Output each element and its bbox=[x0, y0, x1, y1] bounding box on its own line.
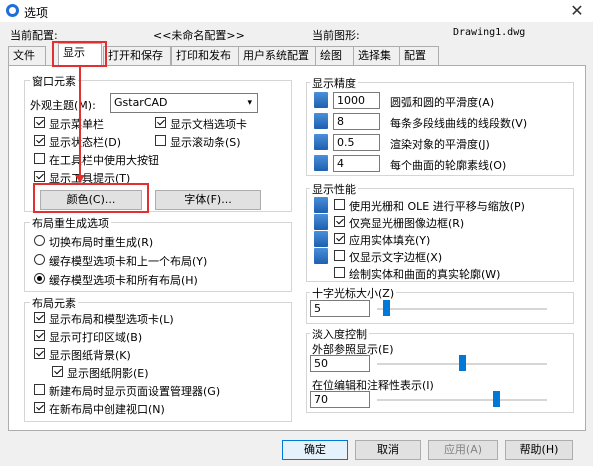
raster-frame-checkbox[interactable] bbox=[334, 216, 345, 227]
layout-elements-title: 布局元素 bbox=[30, 295, 78, 311]
pan-zoom-checkbox[interactable] bbox=[334, 199, 345, 210]
printable-area-label: 显示可打印区域(B) bbox=[49, 331, 143, 344]
current-profile-label: 当前配置: bbox=[10, 29, 58, 42]
solid-fill-checkbox[interactable] bbox=[334, 233, 345, 244]
cache-all-layouts-radio[interactable] bbox=[34, 273, 45, 284]
tab-drafting[interactable]: 绘图 bbox=[315, 46, 355, 65]
crosshair-slider-thumb[interactable] bbox=[382, 300, 390, 316]
doctabs-checkbox[interactable] bbox=[155, 117, 166, 128]
cache-all-layouts-label: 缓存模型选项卡和所有布局(H) bbox=[49, 274, 198, 287]
largebuttons-checkbox[interactable] bbox=[34, 153, 45, 164]
scrollbars-checkbox[interactable] bbox=[155, 135, 166, 146]
create-viewport-checkbox[interactable] bbox=[34, 402, 45, 413]
layout-tabs-checkbox[interactable] bbox=[34, 312, 45, 323]
crosshair-title: 十字光标大小(Z) bbox=[310, 285, 397, 301]
current-drawing-label: 当前图形: bbox=[312, 29, 360, 42]
render-smoothness-label: 渲染对象的平滑度(J) bbox=[390, 138, 490, 151]
paper-background-checkbox[interactable] bbox=[34, 348, 45, 359]
cache-last-layout-radio[interactable] bbox=[34, 254, 45, 265]
menubar-checkbox[interactable] bbox=[34, 117, 45, 128]
contour-lines-icon bbox=[314, 155, 328, 171]
paper-shadow-checkbox[interactable] bbox=[52, 366, 63, 377]
contour-lines-label: 每个曲面的轮廓素线(O) bbox=[390, 159, 507, 172]
statusbar-label: 显示状态栏(D) bbox=[49, 136, 122, 149]
text-frame-label: 仅显示文字边框(X) bbox=[349, 251, 443, 264]
help-button[interactable]: 帮助(H) bbox=[505, 440, 573, 460]
layout-regen-title: 布局重生成选项 bbox=[30, 215, 111, 231]
crosshair-size-input[interactable]: 5 bbox=[310, 300, 370, 317]
apply-button[interactable]: 应用(A) bbox=[428, 440, 498, 460]
chevron-down-icon: ▾ bbox=[247, 98, 252, 108]
render-smoothness-icon bbox=[314, 134, 328, 150]
page-setup-manager-checkbox[interactable] bbox=[34, 384, 45, 395]
regen-on-switch-radio[interactable] bbox=[34, 235, 45, 246]
tab-profiles[interactable]: 配置 bbox=[399, 46, 439, 65]
cache-last-layout-label: 缓存模型选项卡和上一个布局(Y) bbox=[49, 255, 208, 268]
inplace-fade-slider-thumb[interactable] bbox=[493, 391, 500, 407]
current-drawing-value: Drawing1.dwg bbox=[453, 27, 526, 38]
true-silhouettes-checkbox[interactable] bbox=[334, 267, 345, 278]
current-profile-value: <<未命名配置>> bbox=[153, 29, 245, 42]
scrollbars-label: 显示滚动条(S) bbox=[170, 136, 241, 149]
render-smoothness-input[interactable]: 0.5 bbox=[333, 134, 380, 151]
inplace-fade-slider-track bbox=[377, 399, 547, 401]
pointer-arrow-line bbox=[79, 67, 81, 175]
layout-tabs-label: 显示布局和模型选项卡(L) bbox=[49, 313, 174, 326]
tab-open-save[interactable]: 打开和保存 bbox=[103, 46, 171, 65]
contour-lines-input[interactable]: 4 bbox=[333, 155, 380, 172]
text-frame-checkbox[interactable] bbox=[334, 250, 345, 261]
largebuttons-label: 在工具栏中使用大按钮 bbox=[49, 154, 159, 167]
text-frame-icon bbox=[314, 248, 328, 264]
create-viewport-label: 在新布局中创建视口(N) bbox=[49, 403, 165, 416]
window-elements-title: 窗口元素 bbox=[30, 73, 78, 89]
tab-selection[interactable]: 选择集 bbox=[353, 46, 403, 65]
close-icon[interactable]: ✕ bbox=[566, 1, 588, 21]
cancel-button[interactable]: 取消 bbox=[355, 440, 421, 460]
arc-smoothness-input[interactable]: 1000 bbox=[333, 92, 380, 109]
xref-fade-input[interactable]: 50 bbox=[310, 355, 370, 372]
doctabs-label: 显示文档选项卡 bbox=[170, 118, 247, 131]
ok-button[interactable]: 确定 bbox=[282, 440, 348, 460]
window-title: 选项 bbox=[24, 6, 49, 20]
menubar-label: 显示菜单栏 bbox=[49, 118, 104, 131]
solid-fill-label: 应用实体填充(Y) bbox=[349, 234, 431, 247]
true-silhouettes-label: 绘制实体和曲面的真实轮廓(W) bbox=[349, 268, 501, 281]
display-resolution-title: 显示精度 bbox=[310, 75, 358, 91]
tab-files[interactable]: 文件 bbox=[8, 46, 46, 65]
xref-fade-slider-thumb[interactable] bbox=[459, 355, 466, 371]
pan-zoom-label: 使用光栅和 OLE 进行平移与缩放(P) bbox=[349, 200, 525, 213]
tooltips-checkbox[interactable] bbox=[34, 171, 45, 182]
tab-plot-publish[interactable]: 打印和发布 bbox=[171, 46, 241, 65]
pan-zoom-icon bbox=[314, 197, 328, 213]
statusbar-checkbox[interactable] bbox=[34, 135, 45, 146]
arrow-down-icon bbox=[75, 175, 85, 183]
arc-smoothness-icon bbox=[314, 92, 328, 108]
polyline-segments-label: 每条多段线曲线的线段数(V) bbox=[390, 117, 528, 130]
polyline-segments-input[interactable]: 8 bbox=[333, 113, 380, 130]
theme-label: 外观主题(M): bbox=[30, 99, 96, 112]
tab-highlight-box bbox=[52, 41, 107, 67]
color-button-highlight-box bbox=[33, 183, 149, 213]
fade-control-title: 淡入度控制 bbox=[310, 326, 369, 342]
page-setup-manager-label: 新建布局时显示页面设置管理器(G) bbox=[49, 385, 221, 398]
app-logo-icon bbox=[6, 4, 19, 17]
raster-frame-label: 仅亮显光栅图像边框(R) bbox=[349, 217, 465, 230]
paper-shadow-label: 显示图纸阴影(E) bbox=[67, 367, 149, 380]
display-performance-title: 显示性能 bbox=[310, 181, 358, 197]
theme-select[interactable]: GstarCAD ▾ bbox=[110, 93, 258, 113]
regen-on-switch-label: 切换布局时重生成(R) bbox=[49, 236, 154, 249]
arc-smoothness-label: 圆弧和圆的平滑度(A) bbox=[390, 96, 495, 109]
raster-frame-icon bbox=[314, 214, 328, 230]
inplace-fade-input[interactable]: 70 bbox=[310, 391, 370, 408]
title-bar: 选项 ✕ bbox=[0, 0, 593, 22]
crosshair-slider-track bbox=[377, 308, 547, 310]
font-button[interactable]: 字体(F)... bbox=[155, 190, 261, 210]
polyline-segments-icon bbox=[314, 113, 328, 129]
paper-background-label: 显示图纸背景(K) bbox=[49, 349, 131, 362]
printable-area-checkbox[interactable] bbox=[34, 330, 45, 341]
solid-fill-icon bbox=[314, 231, 328, 247]
theme-select-value: GstarCAD bbox=[114, 96, 168, 109]
tab-user-prefs[interactable]: 用户系统配置 bbox=[238, 46, 318, 65]
